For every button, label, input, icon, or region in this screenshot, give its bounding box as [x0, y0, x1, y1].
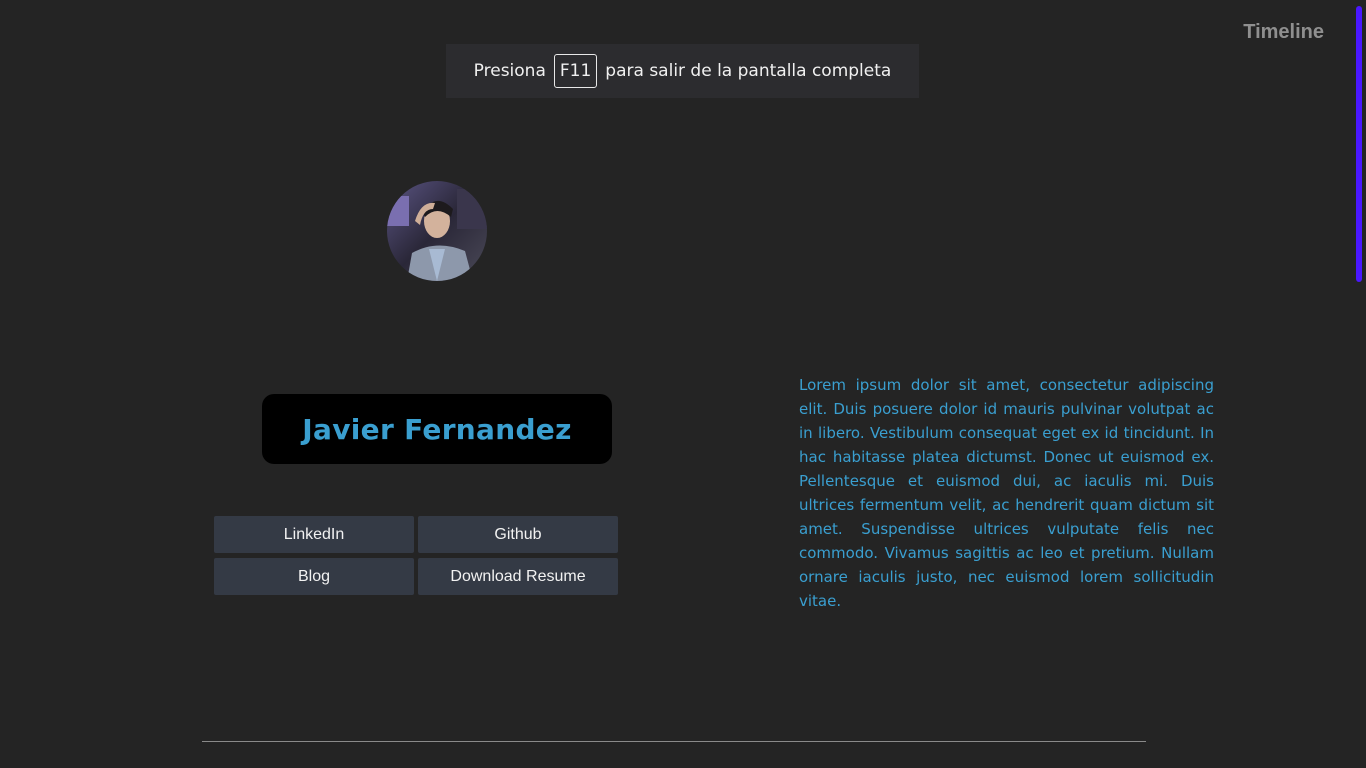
f11-key: F11 [553, 54, 598, 88]
profile-photo-icon [387, 181, 487, 281]
profile-name: Javier Fernandez [302, 412, 572, 446]
fullscreen-notice-suffix: para salir de la pantalla completa [605, 61, 892, 81]
fullscreen-notice-prefix: Presiona [473, 61, 546, 81]
profile-links: LinkedIn Github Blog Download Resume [214, 516, 618, 595]
divider [202, 741, 1146, 742]
scrollbar[interactable] [1352, 0, 1366, 768]
blog-button[interactable]: Blog [214, 558, 414, 595]
page: Presiona F11 para salir de la pantalla c… [0, 0, 1366, 768]
name-card: Javier Fernandez [262, 394, 612, 464]
download-resume-button[interactable]: Download Resume [418, 558, 618, 595]
fullscreen-notice: Presiona F11 para salir de la pantalla c… [446, 44, 919, 98]
timeline-link[interactable]: Timeline [1243, 21, 1324, 44]
avatar [387, 181, 487, 281]
linkedin-button[interactable]: LinkedIn [214, 516, 414, 553]
github-button[interactable]: Github [418, 516, 618, 553]
bio-text: Lorem ipsum dolor sit amet, consectetur … [799, 376, 1214, 610]
scrollbar-thumb[interactable] [1356, 6, 1362, 282]
